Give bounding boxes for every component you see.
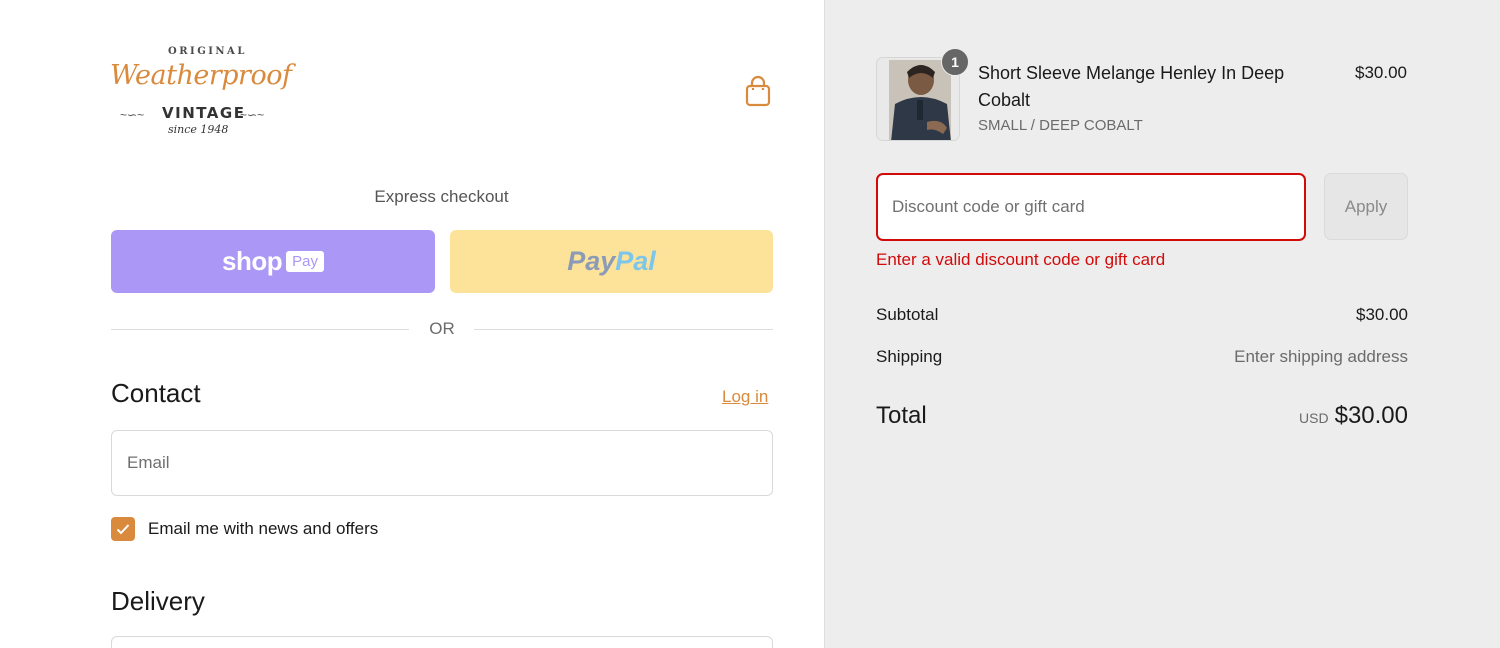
delivery-country-select[interactable] [111,636,773,648]
quantity-badge: 1 [941,48,969,76]
shop-pay-badge: Pay [286,251,324,272]
newsletter-label: Email me with news and offers [148,519,379,538]
logo-vintage-text: VINTAGE [162,104,246,122]
total-currency: USD [1299,410,1329,426]
logo-since-text: since 1948 [168,123,229,136]
brand-logo[interactable]: ORIGINAL Weatherproof ~∽~ VINTAGE ~∽~ si… [110,46,292,138]
product-price: $30.00 [1355,63,1407,82]
apply-discount-button[interactable]: Apply [1324,173,1408,240]
logo-flourish-left: ~∽~ [120,108,145,122]
shopping-bag-icon [745,75,771,107]
express-checkout-title: Express checkout [374,187,509,206]
paypal-wordmark-pay: Pay [567,246,616,276]
order-summary: 1 Short Sleeve Melange Henley In Deep Co… [824,0,1500,648]
product-variant: SMALL / DEEP COBALT [978,117,1143,134]
shipping-row: Shipping Enter shipping address [876,347,1408,367]
shipping-label: Shipping [876,347,943,366]
checkout-page: ORIGINAL Weatherproof ~∽~ VINTAGE ~∽~ si… [0,0,1500,648]
contact-heading: Contact [111,378,201,408]
checkmark-icon [116,524,130,535]
divider-line [474,329,773,330]
paypal-wordmark-pal: Pal [615,246,656,276]
login-link[interactable]: Log in [722,387,768,407]
logo-script-text: Weatherproof [110,60,292,91]
total-label: Total [876,402,927,429]
discount-code-input[interactable] [876,173,1306,241]
product-name: Short Sleeve Melange Henley In Deep Coba… [978,63,1285,110]
newsletter-checkbox[interactable] [111,517,135,541]
logo-original-text: ORIGINAL [168,46,247,57]
total-value: $30.00 [1334,402,1408,429]
total-amount: USD $30.00 [1225,402,1408,430]
shipping-value: Enter shipping address [1234,347,1408,366]
shop-pay-button[interactable]: shop Pay [111,230,435,293]
newsletter-option[interactable]: Email me with news and offers [111,517,378,541]
email-field[interactable] [111,430,773,496]
discount-error-message: Enter a valid discount code or gift card [876,250,1166,269]
logo-flourish-right: ~∽~ [240,108,265,122]
cart-button[interactable] [743,74,773,108]
or-separator: OR [111,318,773,340]
subtotal-row: Subtotal $30.00 [876,305,1408,325]
subtotal-value: $30.00 [1356,305,1408,324]
paypal-button[interactable]: Pay Pal [450,230,773,293]
checkout-form-column: ORIGINAL Weatherproof ~∽~ VINTAGE ~∽~ si… [0,0,824,648]
delivery-heading: Delivery [111,586,205,616]
subtotal-label: Subtotal [876,305,939,324]
shop-pay-wordmark: shop [222,246,283,276]
